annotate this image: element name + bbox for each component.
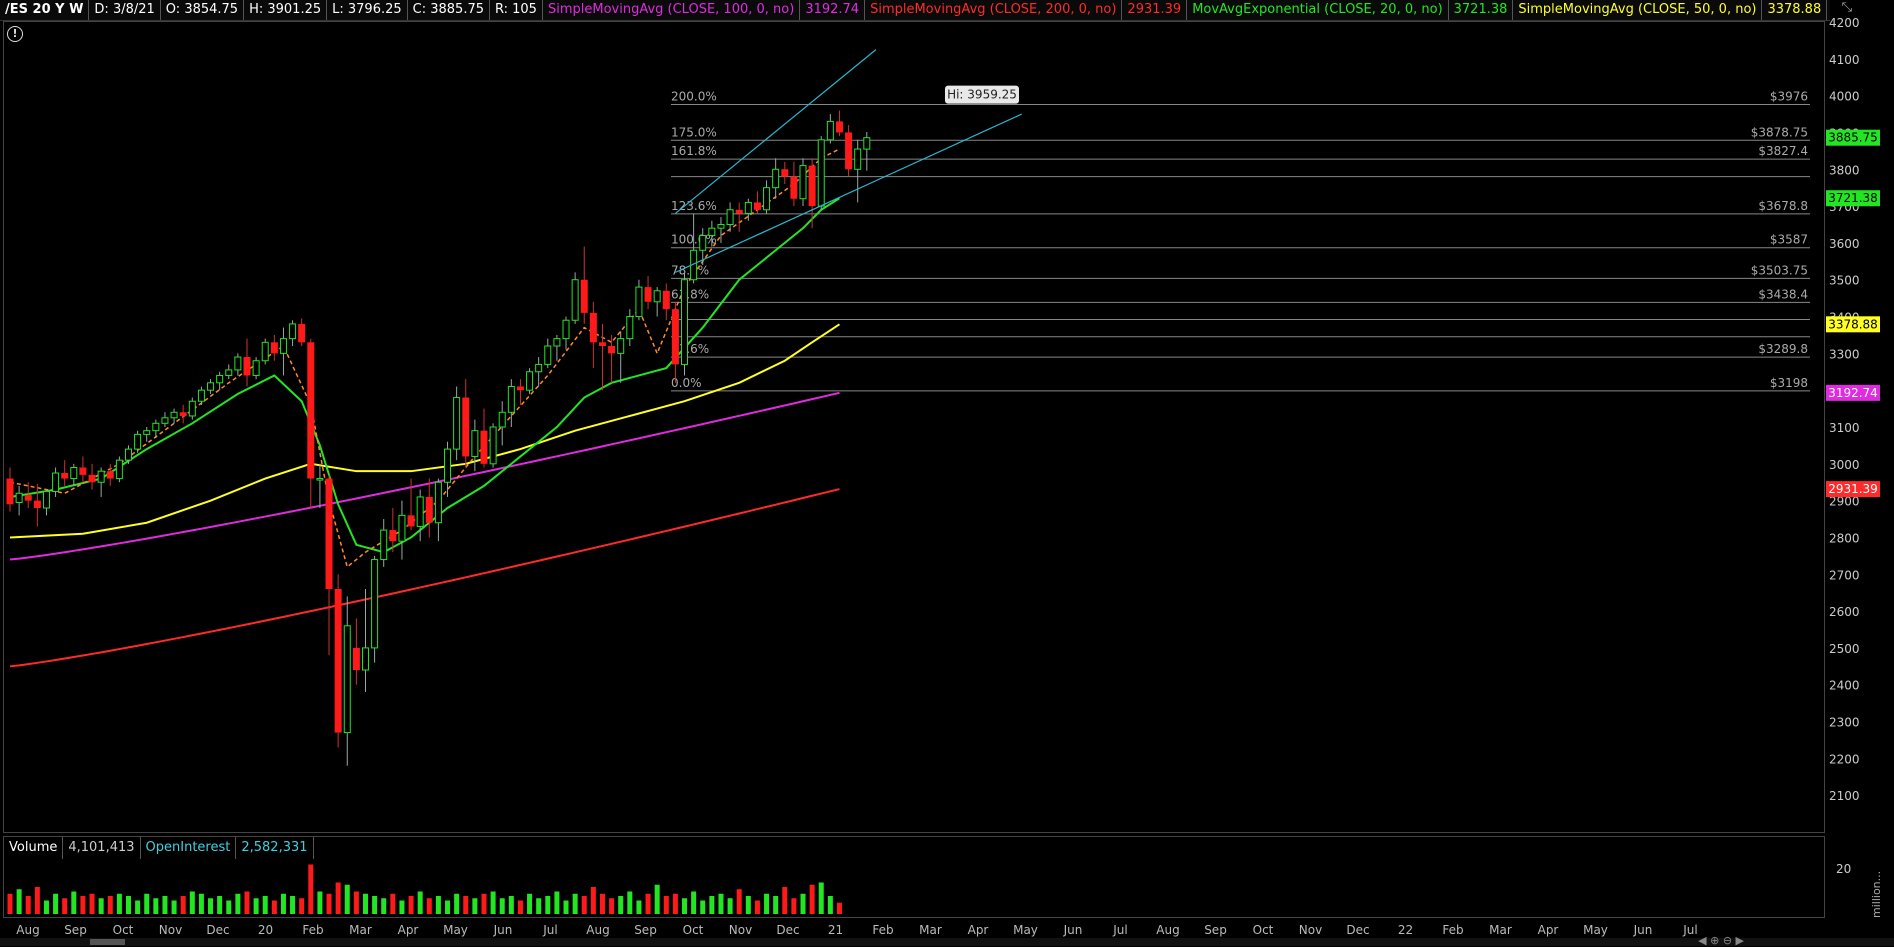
- volume-scale-label: million...: [1870, 871, 1883, 918]
- x-tick-label: Apr: [968, 923, 989, 937]
- x-tick-label: Oct: [113, 923, 134, 937]
- price-tag: [1826, 384, 1880, 401]
- x-tick-label: Jul: [1112, 923, 1127, 937]
- x-tick-label: Dec: [1346, 923, 1369, 937]
- x-tick-label: Jul: [542, 923, 557, 937]
- y-tick-label: 3400: [1829, 311, 1860, 325]
- range-label: R: 105: [490, 0, 543, 20]
- y-tick-label: 3500: [1829, 274, 1860, 288]
- y-tick-label: 3600: [1829, 237, 1860, 251]
- y-tick-label: 3000: [1829, 458, 1860, 472]
- y-tick-label: 2800: [1829, 531, 1860, 545]
- x-tick-label: Mar: [1489, 923, 1512, 937]
- open-interest-value: 2,582,331: [236, 837, 314, 859]
- volume-value: 4,101,413: [63, 837, 141, 859]
- study-value: 3378.88: [1762, 0, 1828, 20]
- x-tick-label: Dec: [206, 923, 229, 937]
- x-tick-label: Nov: [159, 923, 182, 937]
- study-value: 2931.39: [1122, 0, 1188, 20]
- collapse-icon[interactable]: ⤡: [1842, 0, 1852, 15]
- price-tag-label: 2931.39: [1828, 482, 1878, 496]
- y-tick-label: 3300: [1829, 347, 1860, 361]
- x-tick-label: Feb: [302, 923, 323, 937]
- study-label[interactable]: SimpleMovingAvg (CLOSE, 200, 0, no): [865, 0, 1123, 20]
- date-label: D: 3/8/21: [89, 0, 161, 20]
- y-tick-label: 2700: [1829, 568, 1860, 582]
- volume-label: Volume: [4, 837, 64, 859]
- study-label[interactable]: MovAvgExponential (CLOSE, 20, 0, no): [1187, 0, 1449, 20]
- y-tick-label: 2300: [1829, 716, 1860, 730]
- x-tick-label: Mar: [919, 923, 942, 937]
- x-tick-label: Dec: [776, 923, 799, 937]
- x-tick-label: Sep: [64, 923, 87, 937]
- x-tick-label: Feb: [1442, 923, 1463, 937]
- open-label: O: 3854.75: [161, 0, 245, 20]
- x-tick-label: May: [443, 923, 468, 937]
- x-tick-label: Apr: [1538, 923, 1559, 937]
- high-label: H: 3901.25: [244, 0, 328, 20]
- x-tick-label: Jul: [1682, 923, 1697, 937]
- y-tick-label: 2200: [1829, 752, 1860, 766]
- x-tick-label: Aug: [586, 923, 609, 937]
- y-tick-label: 2100: [1829, 789, 1860, 803]
- price-tag-label: 3721.38: [1828, 191, 1878, 205]
- low-label: L: 3796.25: [327, 0, 408, 20]
- y-tick-label: 3700: [1829, 200, 1860, 214]
- study-value: 3192.74: [800, 0, 866, 20]
- open-interest-label: OpenInterest: [141, 837, 237, 859]
- x-tick-label: May: [1013, 923, 1038, 937]
- scroll-thumb[interactable]: [90, 939, 125, 945]
- alert-icon[interactable]: !: [7, 26, 23, 42]
- x-tick-label: Jun: [1633, 923, 1653, 937]
- price-tag-label: 3885.75: [1828, 131, 1878, 145]
- price-tag: [1826, 129, 1880, 146]
- x-tick-label: Nov: [1299, 923, 1322, 937]
- y-tick-label: 3900: [1829, 126, 1860, 140]
- price-tag: [1826, 190, 1880, 207]
- y-tick-label: 3200: [1829, 384, 1860, 398]
- x-tick-label: Aug: [16, 923, 39, 937]
- time-scrollbar[interactable]: [0, 938, 1894, 946]
- y-tick-label: 4100: [1829, 53, 1860, 67]
- x-tick-label: May: [1583, 923, 1608, 937]
- volume-legend: Volume 4,101,413 OpenInterest 2,582,331: [4, 837, 314, 859]
- x-tick-label: Sep: [634, 923, 657, 937]
- y-tick-label: 4200: [1829, 16, 1860, 30]
- y-tick-label: 2400: [1829, 679, 1860, 693]
- x-tick-label: Feb: [872, 923, 893, 937]
- x-tick-label: Jun: [1063, 923, 1083, 937]
- study-label[interactable]: SimpleMovingAvg (CLOSE, 50, 0, no): [1513, 0, 1763, 20]
- x-tick-label: Mar: [349, 923, 372, 937]
- price-tag-label: 3192.74: [1828, 386, 1878, 400]
- y-tick-label: 2500: [1829, 642, 1860, 656]
- study-label[interactable]: SimpleMovingAvg (CLOSE, 100, 0, no): [543, 0, 801, 20]
- x-tick-label: 20: [258, 923, 273, 937]
- x-tick-label: 21: [828, 923, 843, 937]
- zoom-controls-icon[interactable]: ◀ ⊕ ⊖ ▶: [1698, 934, 1744, 947]
- y-tick-label: 3800: [1829, 163, 1860, 177]
- x-tick-label: 22: [1398, 923, 1413, 937]
- x-tick-label: Oct: [1253, 923, 1274, 937]
- x-tick-label: Aug: [1156, 923, 1179, 937]
- price-tag: [1826, 481, 1880, 498]
- x-tick-label: Jun: [493, 923, 513, 937]
- y-tick-label: 2900: [1829, 495, 1860, 509]
- price-tag: [1826, 316, 1880, 333]
- y-tick-label: 2600: [1829, 605, 1860, 619]
- y-tick-label: 3100: [1829, 421, 1860, 435]
- x-tick-label: Sep: [1204, 923, 1227, 937]
- study-label[interactable]: MovAvgExponential (CLOSE, 8, 0, no): [1827, 0, 1830, 20]
- x-tick-label: Apr: [398, 923, 419, 937]
- close-label: C: 3885.75: [408, 0, 490, 20]
- price-tag-label: 3378.88: [1828, 317, 1878, 331]
- x-tick-label: Nov: [729, 923, 752, 937]
- price-chart-panel[interactable]: [3, 21, 1825, 833]
- study-value: 3721.38: [1449, 0, 1514, 20]
- y-tick-label: 4000: [1829, 90, 1860, 104]
- x-tick-label: Oct: [683, 923, 704, 937]
- volume-tick-label: 20: [1836, 862, 1851, 876]
- study-legend-bar: /ES 20 Y W D: 3/8/21 O: 3854.75 H: 3901.…: [0, 0, 1830, 21]
- symbol-label[interactable]: /ES 20 Y W: [0, 0, 90, 20]
